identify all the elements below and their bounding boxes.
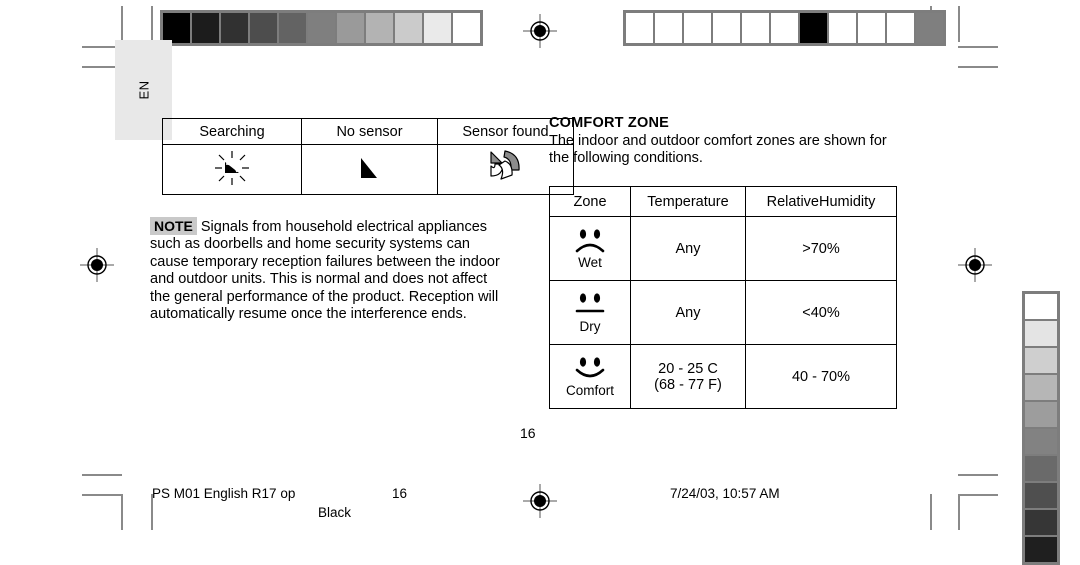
comfort-header-temperature: Temperature [630,186,746,217]
note-badge: NOTE [150,217,197,235]
grayscale-swatch [771,13,798,43]
table-row: Comfort 20 - 25 C (68 - 77 F) 40 - 70% [549,344,897,409]
crop-mark-horizontal-bottom-right-lower [958,494,998,496]
humidity-cell: >70% [745,216,897,281]
grayscale-strip-top-right [623,10,946,46]
grayscale-swatch [626,13,653,43]
grayscale-strip-top-left [160,10,483,46]
grayscale-swatch [192,13,219,43]
grayscale-swatch [655,13,682,43]
grayscale-swatch [1025,429,1057,454]
happy-face-icon [575,356,605,377]
grayscale-swatch [858,13,885,43]
humidity-cell: <40% [745,280,897,345]
crop-mark-vertical-bottom-left-outer [121,494,123,530]
note-text: Signals from household electrical applia… [150,219,500,323]
zone-label: Wet [578,254,602,270]
table-header-row: Searching No sensor Sensor found [162,118,574,145]
temperature-cell: Any [630,280,746,345]
grayscale-swatch [250,13,277,43]
crop-mark-horizontal-bottom-left-upper [82,474,122,476]
no-sensor-icon [360,157,377,178]
crop-mark-vertical-top-right-outer [958,6,960,42]
grayscale-swatch [1025,321,1057,346]
sensor-header-no-sensor: No sensor [301,118,438,145]
grayscale-swatch [1025,510,1057,535]
grayscale-swatch [1025,348,1057,373]
sensor-found-icon [489,149,520,180]
sensor-header-searching: Searching [162,118,302,145]
table-row: Dry Any <40% [549,280,897,345]
grayscale-swatch [221,13,248,43]
comfort-zone-intro: The indoor and outdoor comfort zones are… [549,133,887,167]
zone-cell-comfort: Comfort [549,344,631,409]
registration-target-icon [80,248,114,282]
crop-mark-horizontal-bottom-left-lower [82,494,122,496]
language-tab-label: EN [136,80,151,100]
grayscale-swatch [916,13,943,43]
registration-target-icon [523,14,557,48]
table-row: Wet Any >70% [549,216,897,281]
sensor-status-table: Searching No sensor Sensor found [162,118,574,195]
zone-cell-wet: Wet [549,216,631,281]
searching-signal-icon [215,150,249,185]
crop-mark-horizontal-top-right-upper [958,46,998,48]
grayscale-swatch [366,13,393,43]
sad-face-icon [575,228,605,252]
footer-timestamp: 7/24/03, 10:57 AM [670,486,780,501]
crop-mark-vertical-bottom-right-inner [930,494,932,530]
note-block: NOTE Signals from household electrical ap… [150,217,510,323]
footer-color-plate: Black [318,505,352,520]
comfort-header-zone: Zone [549,186,631,217]
grayscale-swatch [713,13,740,43]
comfort-zone-table: Zone Temperature RelativeHumidity Wet An… [549,186,897,409]
grayscale-swatch [1025,375,1057,400]
grayscale-swatch [424,13,451,43]
crop-mark-horizontal-top-right-lower [958,66,998,68]
temperature-cell: Any [630,216,746,281]
grayscale-swatch [1025,483,1057,508]
comfort-header-humidity: RelativeHumidity [745,186,897,217]
crop-mark-vertical-top-left-outer [121,6,123,42]
comfort-zone-heading: COMFORT ZONE [549,115,670,131]
registration-target-icon [958,248,992,282]
crop-mark-vertical-bottom-right-outer [958,494,960,530]
no-sensor-cell [301,144,438,195]
grayscale-swatch [742,13,769,43]
grayscale-swatch [1025,456,1057,481]
table-row [162,144,574,195]
grayscale-swatch [453,13,480,43]
grayscale-swatch [829,13,856,43]
footer-page-number: 16 [392,486,408,501]
grayscale-swatch [1025,402,1057,427]
grayscale-swatch [887,13,914,43]
grayscale-swatch [395,13,422,43]
crop-mark-vertical-top-left-inner [151,6,153,42]
page-number: 16 [520,425,536,441]
temperature-cell: 20 - 25 C (68 - 77 F) [630,344,746,409]
crop-mark-horizontal-bottom-right-upper [958,474,998,476]
zone-label: Dry [579,318,601,334]
grayscale-swatch [163,13,190,43]
grayscale-swatch [337,13,364,43]
grayscale-swatch [308,13,335,43]
footer-filename: PS M01 English R17 op [152,486,296,501]
zone-cell-dry: Dry [549,280,631,345]
temperature-celsius: 20 - 25 C [658,360,718,377]
grayscale-swatch [1025,537,1057,562]
grayscale-swatch [684,13,711,43]
searching-signal-cell [162,144,302,195]
neutral-face-icon [575,292,605,312]
zone-label: Comfort [565,382,614,398]
table-header-row: Zone Temperature RelativeHumidity [549,186,897,217]
grayscale-swatch [1025,294,1057,319]
temperature-fahrenheit: (68 - 77 F) [654,376,722,393]
registration-target-icon [523,484,557,518]
humidity-cell: 40 - 70% [745,344,897,409]
grayscale-swatch [800,13,827,43]
grayscale-swatch [279,13,306,43]
grayscale-strip-right-edge [1022,291,1060,565]
